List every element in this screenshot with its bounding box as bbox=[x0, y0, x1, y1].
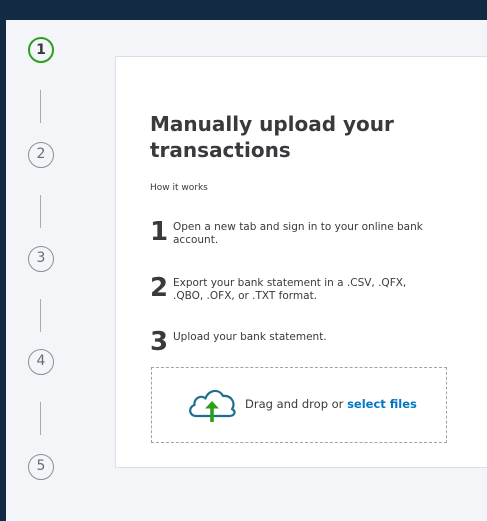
instruction-number: 2 bbox=[150, 273, 169, 303]
dropzone-text: Drag and drop or select files bbox=[245, 397, 417, 411]
dropzone-prefix: Drag and drop or bbox=[245, 397, 344, 411]
main-content: Manually upload your transactions How it… bbox=[98, 20, 487, 521]
select-files-link[interactable]: select files bbox=[347, 397, 417, 411]
instruction-number: 1 bbox=[150, 217, 169, 247]
instruction-text: Open a new tab and sign in to your onlin… bbox=[173, 221, 423, 246]
file-dropzone[interactable]: Drag and drop or select files bbox=[151, 367, 447, 443]
instruction-text: Export your bank statement in a .CSV, .Q… bbox=[173, 277, 407, 302]
how-it-works-label: How it works bbox=[150, 183, 208, 193]
progress-stepper: 1 2 3 4 5 bbox=[6, 20, 98, 521]
step-connector bbox=[40, 195, 41, 228]
page-title: Manually upload your transactions bbox=[150, 112, 394, 162]
upload-card: Manually upload your transactions How it… bbox=[115, 56, 487, 468]
instruction-number: 3 bbox=[150, 327, 169, 357]
app-frame: 1 2 3 4 5 Manually upload your transacti… bbox=[6, 20, 487, 521]
step-5-indicator: 5 bbox=[28, 454, 54, 480]
step-3-indicator: 3 bbox=[28, 246, 54, 272]
step-connector bbox=[40, 90, 41, 123]
step-2-indicator: 2 bbox=[28, 142, 54, 168]
step-1-indicator: 1 bbox=[28, 37, 54, 63]
cloud-upload-icon bbox=[186, 385, 238, 423]
step-connector bbox=[40, 402, 41, 435]
step-4-indicator: 4 bbox=[28, 349, 54, 375]
instruction-text: Upload your bank statement. bbox=[173, 331, 327, 343]
step-connector bbox=[40, 299, 41, 332]
